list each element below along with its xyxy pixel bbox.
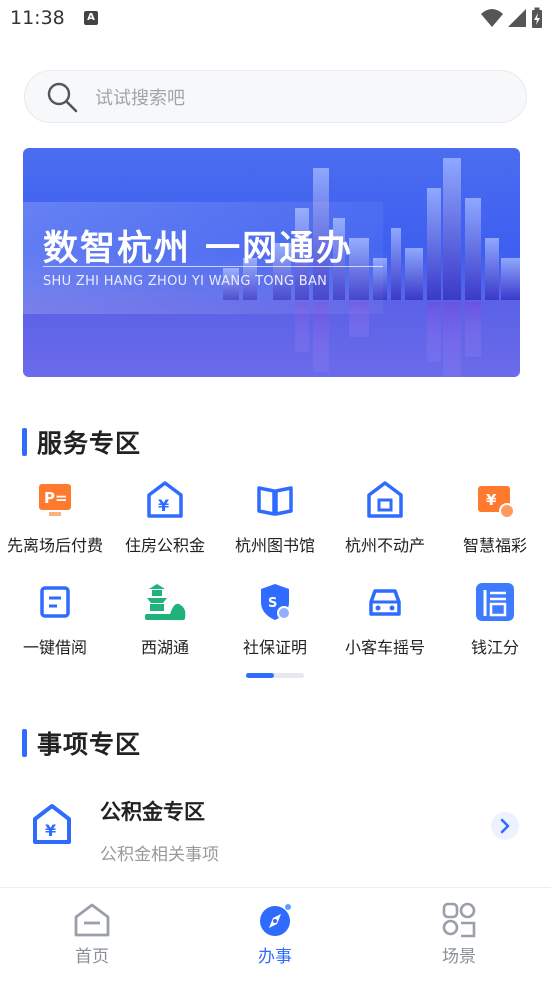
- service-item-borrow-book[interactable]: 一键借阅: [0, 574, 110, 658]
- svg-text:P=: P=: [44, 489, 68, 507]
- service-item-parking-pay[interactable]: P= 先离场后付费: [0, 472, 110, 556]
- banner-title: 数智杭州 一网通办: [43, 229, 354, 269]
- service-label: 住房公积金: [124, 536, 205, 555]
- west-lake-pagoda-icon: [145, 584, 186, 620]
- tab-home[interactable]: 首页: [32, 888, 152, 967]
- borrow-book-icon: [40, 586, 70, 618]
- tab-affairs-label: 办事: [258, 947, 292, 967]
- social-security-icon: S: [261, 584, 291, 620]
- car-lottery-icon: [369, 589, 401, 616]
- real-estate-icon: [367, 481, 403, 518]
- parking-pay-icon: P=: [39, 484, 71, 516]
- service-item-housing-fund[interactable]: ¥ 住房公积金: [110, 472, 220, 556]
- scenes-grid-icon: [442, 902, 476, 938]
- home-icon: [74, 903, 110, 937]
- housing-fund-icon: ¥: [147, 481, 183, 518]
- service-item-credit-score[interactable]: 钱江分: [440, 574, 550, 658]
- lottery-ticket-icon: ¥: [478, 486, 515, 519]
- service-label: 先离场后付费: [6, 536, 103, 555]
- matters-section-header: 事项专区: [22, 725, 141, 761]
- service-label: 杭州不动产: [344, 536, 425, 555]
- battery-icon: [532, 7, 542, 28]
- svg-text:¥: ¥: [158, 496, 169, 515]
- svg-text:¥: ¥: [45, 821, 56, 840]
- service-label: 钱江分: [470, 638, 519, 657]
- services-section-header: 服务专区: [22, 424, 141, 460]
- library-book-icon: [257, 486, 293, 516]
- service-label: 智慧福彩: [462, 536, 527, 555]
- service-label: 一键借阅: [22, 638, 87, 657]
- service-item-lottery[interactable]: ¥ 智慧福彩: [440, 472, 550, 556]
- status-bar: 11:38 A: [0, 0, 551, 38]
- service-label: 社保证明: [242, 638, 307, 657]
- notification-a-icon: A: [84, 11, 98, 25]
- tab-scenes-label: 场景: [442, 947, 476, 967]
- tab-home-label: 首页: [75, 947, 109, 967]
- search-icon: [47, 82, 78, 112]
- chevron-right-icon[interactable]: [491, 812, 519, 840]
- service-label: 西湖通: [140, 638, 189, 657]
- service-page-indicator: [246, 673, 304, 678]
- credit-score-icon: [476, 583, 514, 621]
- svg-text:S: S: [268, 596, 277, 611]
- service-item-car-lottery[interactable]: 小客车摇号: [330, 574, 440, 658]
- tab-affairs[interactable]: 办事: [215, 888, 335, 967]
- hero-banner[interactable]: 数智杭州 一网通办 SHU ZHI HANG ZHOU YI WANG TONG…: [23, 148, 520, 377]
- service-label: 杭州图书馆: [234, 536, 315, 555]
- compass-icon: [260, 904, 291, 936]
- matters-section-title: 事项专区: [37, 730, 142, 759]
- search-bar[interactable]: 试试搜索吧: [24, 70, 527, 123]
- svg-text:¥: ¥: [486, 491, 497, 509]
- service-label: 小客车摇号: [344, 638, 425, 657]
- signal-icon: [508, 9, 526, 27]
- service-item-real-estate[interactable]: 杭州不动产: [330, 472, 440, 556]
- service-item-social-security[interactable]: S 社保证明: [220, 574, 330, 658]
- services-section-title: 服务专区: [37, 429, 142, 458]
- bottom-tab-bar: 首页 办事 场景: [0, 887, 551, 982]
- service-item-library[interactable]: 杭州图书馆: [220, 472, 330, 556]
- wifi-icon: [481, 9, 503, 27]
- status-time: 11:38: [10, 7, 65, 29]
- housing-fund-icon: ¥: [33, 804, 71, 844]
- service-item-west-lake[interactable]: 西湖通: [110, 574, 220, 658]
- banner-subtitle: SHU ZHI HANG ZHOU YI WANG TONG BAN: [43, 274, 328, 289]
- search-placeholder: 试试搜索吧: [95, 87, 185, 109]
- tab-scenes[interactable]: 场景: [399, 888, 519, 967]
- item-subtitle: 公积金相关事项: [100, 845, 219, 865]
- item-title: 公积金专区: [100, 800, 205, 824]
- housing-fund-zone-item[interactable]: ¥ 公积金专区 公积金相关事项: [0, 780, 551, 880]
